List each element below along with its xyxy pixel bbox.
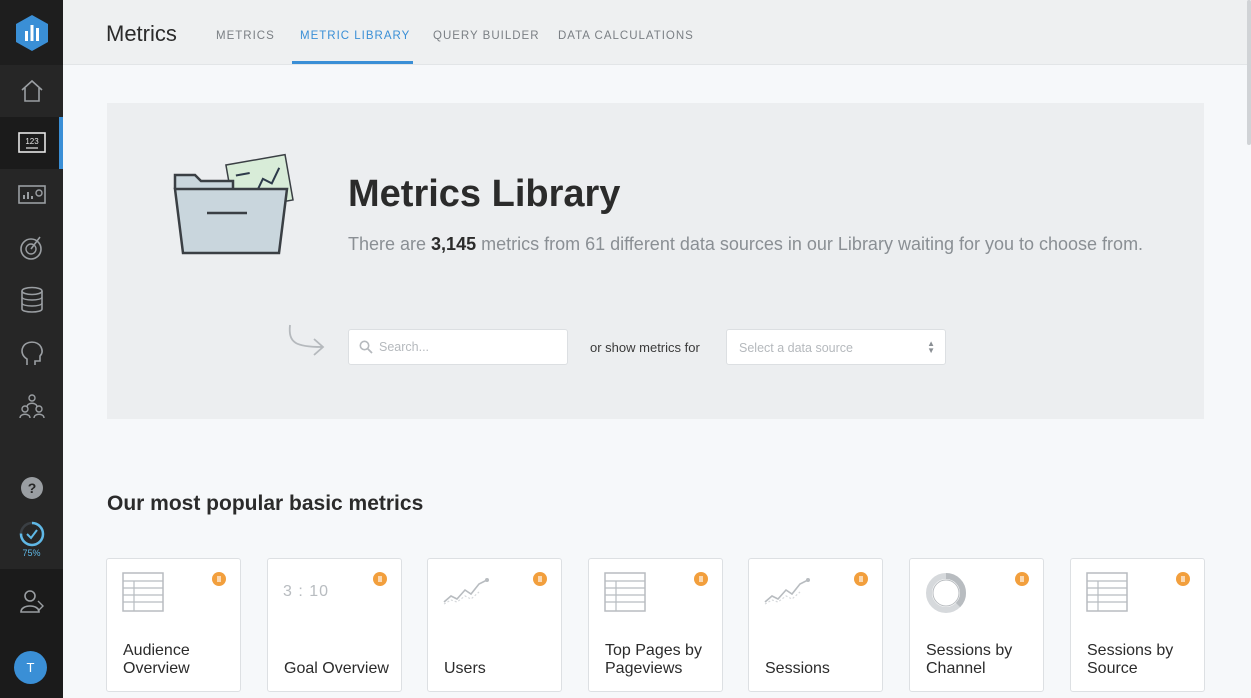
search-field[interactable]	[348, 329, 568, 365]
sidebar-item-home[interactable]	[0, 65, 63, 117]
source-badge-icon	[854, 572, 868, 586]
metric-card-top-pages-by-pageviews[interactable]: Top Pages by Pageviews	[588, 558, 723, 692]
card-label: Sessions by Source	[1087, 642, 1174, 677]
metric-card-goal-overview[interactable]: 3 : 10 Goal Overview	[267, 558, 402, 692]
search-input[interactable]	[379, 340, 559, 354]
tab-metric-library[interactable]: METRIC LIBRARY	[300, 30, 410, 42]
popular-metrics-title: Our most popular basic metrics	[107, 492, 424, 515]
table-icon	[122, 572, 164, 612]
active-tab-indicator	[292, 61, 413, 64]
svg-text:123: 123	[25, 137, 39, 146]
source-badge-icon	[694, 572, 708, 586]
data-source-select-placeholder: Select a data source	[739, 341, 853, 355]
number-icon: 3 : 10	[283, 583, 330, 600]
source-badge-icon	[533, 572, 547, 586]
metrics-123-icon: 123	[17, 132, 46, 153]
card-label: Top Pages by Pageviews	[605, 642, 702, 677]
sidebar-item-account[interactable]	[0, 575, 63, 627]
or-show-metrics-label: or show metrics for	[590, 340, 700, 355]
source-badge-icon	[212, 572, 226, 586]
sidebar-item-insights[interactable]	[0, 327, 63, 379]
line-chart-icon	[443, 578, 489, 605]
sidebar-item-team[interactable]	[0, 380, 63, 432]
source-badge-icon	[1015, 572, 1029, 586]
logo-icon	[15, 14, 48, 51]
sidebar: 123 ? 75% T	[0, 0, 63, 698]
select-arrows-icon: ▲ ▼	[927, 339, 935, 355]
card-label: Goal Overview	[284, 660, 389, 677]
metric-card-users[interactable]: Users	[427, 558, 562, 692]
tab-data-calculations[interactable]: DATA CALCULATIONS	[558, 30, 694, 42]
table-icon	[604, 572, 646, 612]
user-switch-icon	[19, 590, 44, 613]
svg-text:?: ?	[27, 480, 36, 496]
progress-ring-icon	[19, 521, 44, 547]
arrow-hint-icon	[288, 324, 325, 356]
hero-description: There are 3,145 metrics from 61 differen…	[348, 234, 1144, 254]
sidebar-item-goals[interactable]	[0, 221, 63, 273]
app-logo[interactable]	[0, 0, 63, 65]
progress-percent: 75%	[22, 548, 41, 558]
card-label: Audience Overview	[123, 642, 190, 677]
tab-query-builder[interactable]: QUERY BUILDER	[433, 30, 540, 42]
data-source-select[interactable]: Select a data source ▲ ▼	[726, 329, 946, 365]
head-icon	[20, 341, 43, 365]
source-badge-icon	[1176, 572, 1190, 586]
line-chart-icon	[764, 578, 810, 605]
search-icon	[359, 340, 373, 354]
tab-metrics[interactable]: METRICS	[216, 30, 275, 42]
metric-card-audience-overview[interactable]: Audience Overview	[106, 558, 241, 692]
dashboard-icon	[17, 185, 46, 204]
table-icon	[1086, 572, 1128, 612]
metric-card-sessions[interactable]: Sessions	[748, 558, 883, 692]
metric-count: 3,145	[431, 234, 477, 254]
sidebar-item-data-sources[interactable]	[0, 274, 63, 326]
metric-card-sessions-by-channel[interactable]: Sessions by Channel	[909, 558, 1044, 692]
sidebar-item-metrics[interactable]: 123	[0, 117, 63, 169]
sidebar-item-dashboards[interactable]	[0, 169, 63, 221]
donut-chart-icon	[926, 573, 966, 613]
hero-title: Metrics Library	[348, 173, 621, 215]
scrollbar-thumb[interactable]	[1247, 0, 1251, 145]
goals-target-icon	[19, 236, 42, 260]
database-icon	[20, 286, 43, 313]
sidebar-item-help[interactable]: ?	[0, 462, 63, 514]
library-hero: Metrics Library There are 3,145 metrics …	[107, 103, 1204, 419]
help-icon: ?	[20, 477, 43, 499]
card-label: Sessions	[765, 660, 830, 677]
home-icon	[20, 79, 43, 102]
top-bar: Metrics METRICS METRIC LIBRARY QUERY BUI…	[63, 0, 1251, 65]
card-label: Sessions by Channel	[926, 642, 1013, 677]
source-badge-icon	[373, 572, 387, 586]
folder-illustration-icon	[173, 153, 294, 255]
avatar[interactable]: T	[14, 651, 47, 684]
page-title: Metrics	[106, 21, 177, 46]
metric-card-sessions-by-source[interactable]: Sessions by Source	[1070, 558, 1205, 692]
team-icon	[18, 394, 45, 419]
card-label: Users	[444, 660, 486, 677]
